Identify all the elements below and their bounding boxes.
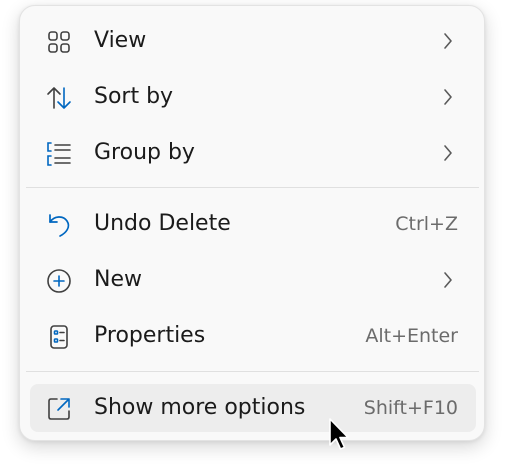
- menu-item-show-more-options[interactable]: Show more options Shift+F10: [30, 384, 476, 432]
- chevron-right-icon: [442, 271, 454, 289]
- menu-item-group-by[interactable]: Group by: [30, 129, 476, 177]
- menu-item-label: Group by: [94, 140, 195, 165]
- menu-item-label: New: [94, 267, 142, 292]
- chevron-right-icon: [442, 88, 454, 106]
- group-list-icon: [46, 141, 72, 167]
- menu-item-view[interactable]: View: [30, 17, 476, 65]
- open-external-icon: [46, 396, 72, 422]
- grid-view-icon: [46, 29, 72, 55]
- menu-item-sort-by[interactable]: Sort by: [30, 73, 476, 121]
- chevron-right-icon: [442, 32, 454, 50]
- menu-item-label: Show more options: [94, 395, 306, 420]
- shortcut-text: Ctrl+Z: [395, 213, 458, 235]
- menu-item-new[interactable]: New: [30, 256, 476, 304]
- context-menu: View Sort by Group by Undo Delete Ctrl+Z…: [19, 5, 485, 441]
- shortcut-text: Alt+Enter: [365, 325, 458, 347]
- menu-separator: [26, 187, 479, 188]
- menu-item-properties[interactable]: Properties Alt+Enter: [30, 312, 476, 360]
- mouse-pointer-icon: [329, 418, 349, 450]
- menu-item-label: Undo Delete: [94, 211, 231, 236]
- properties-icon: [46, 324, 72, 350]
- menu-item-label: Sort by: [94, 84, 174, 109]
- shortcut-text: Shift+F10: [363, 397, 458, 419]
- sort-arrows-icon: [46, 85, 72, 111]
- undo-icon: [46, 212, 72, 238]
- menu-item-label: View: [94, 28, 147, 53]
- add-circle-icon: [46, 268, 72, 294]
- chevron-right-icon: [442, 144, 454, 162]
- menu-separator: [26, 371, 479, 372]
- menu-item-undo-delete[interactable]: Undo Delete Ctrl+Z: [30, 200, 476, 248]
- menu-item-label: Properties: [94, 323, 206, 348]
